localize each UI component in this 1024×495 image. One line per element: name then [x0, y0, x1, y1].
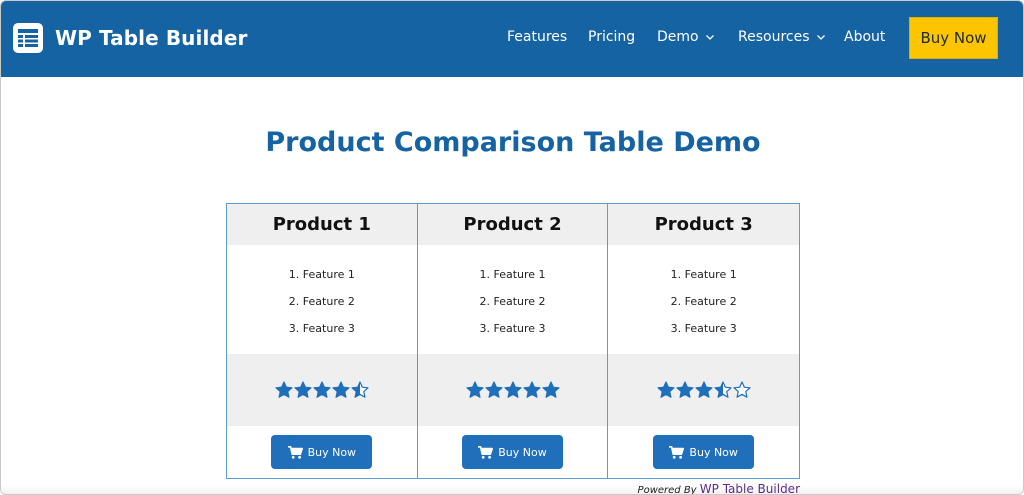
buy-cell: Buy Now — [608, 426, 799, 478]
feature-item: 2. Feature 2 — [479, 295, 546, 308]
feature-list: 1. Feature 1 2. Feature 2 3. Feature 3 — [418, 245, 608, 354]
star-icon — [733, 381, 751, 398]
shopping-cart-icon — [287, 445, 303, 459]
star-icon — [294, 381, 312, 398]
star-icon — [484, 381, 503, 398]
rating-cell — [608, 354, 800, 426]
nav-label: Features — [507, 29, 568, 45]
product-column: Product 3 1. Feature 1 2. Feature 2 3. F… — [608, 204, 800, 478]
star-icon — [676, 381, 694, 398]
product-name: Product 2 — [417, 204, 608, 245]
comparison-table: Product 1 1. Feature 1 2. Feature 2 3. F… — [226, 203, 800, 479]
star-icon — [313, 381, 331, 398]
nav-demo[interactable]: Demo — [657, 29, 715, 45]
nav-features[interactable]: Features — [507, 29, 567, 45]
nav-label: Pricing — [588, 29, 636, 45]
feature-list: 1. Feature 1 2. Feature 2 3. Feature 3 — [227, 245, 417, 354]
product-name: Product 1 — [227, 204, 417, 245]
chevron-down-icon — [816, 35, 825, 40]
product-name: Product 3 — [608, 204, 800, 245]
powered-prefix: Powered By — [637, 485, 697, 495]
shopping-cart-icon — [669, 445, 685, 459]
nav-label: Resources — [738, 29, 810, 45]
star-rating — [465, 381, 560, 399]
chevron-down-icon — [705, 35, 714, 40]
star-icon — [275, 381, 293, 398]
buy-label: Buy Now — [498, 445, 547, 459]
buy-label: Buy Now — [307, 445, 357, 459]
star-rating — [657, 381, 751, 399]
feature-list: 1. Feature 1 2. Feature 2 3. Feature 3 — [608, 245, 799, 354]
feature-item: 1. Feature 1 — [288, 268, 355, 281]
star-icon — [465, 381, 484, 398]
feature-item: 2. Feature 2 — [670, 295, 737, 308]
header-buy-now-button[interactable]: Buy Now — [909, 17, 998, 59]
nav-label: Demo — [657, 29, 699, 45]
star-rating — [275, 381, 369, 399]
star-icon — [695, 381, 713, 398]
nav-resources[interactable]: Resources — [738, 29, 826, 45]
rating-cell — [227, 354, 417, 426]
product-buy-now-button[interactable]: Buy Now — [271, 435, 373, 469]
product-column: Product 1 1. Feature 1 2. Feature 2 3. F… — [227, 204, 418, 478]
star-icon — [657, 381, 675, 398]
product-column: Product 2 1. Feature 1 2. Feature 2 3. F… — [417, 204, 609, 478]
star-icon — [351, 381, 369, 398]
feature-item: 3. Feature 3 — [288, 322, 355, 335]
shopping-cart-icon — [478, 445, 494, 459]
feature-item: 2. Feature 2 — [288, 295, 355, 308]
nav-pricing[interactable]: Pricing — [588, 29, 635, 45]
nav-label: About — [844, 29, 886, 45]
product-buy-now-button[interactable]: Buy Now — [462, 435, 563, 469]
star-icon — [714, 381, 732, 398]
buy-cell: Buy Now — [227, 426, 417, 478]
rating-cell — [417, 354, 608, 426]
nav-about[interactable]: About — [844, 29, 885, 45]
page-frame: WP Table Builder Features Pricing Demo R… — [0, 0, 1024, 495]
star-icon — [503, 381, 522, 398]
feature-item: 3. Feature 3 — [670, 322, 737, 335]
table-grid-icon — [13, 23, 43, 53]
feature-item: 3. Feature 3 — [479, 322, 546, 335]
buy-label: Buy Now — [689, 445, 738, 459]
star-icon — [541, 381, 560, 398]
feature-item: 1. Feature 1 — [479, 268, 546, 281]
powered-brand-link[interactable]: WP Table Builder — [700, 482, 800, 494]
feature-item: 1. Feature 1 — [670, 268, 737, 281]
star-icon — [522, 381, 541, 398]
powered-by: Powered By WP Table Builder — [1, 482, 800, 495]
brand-logo[interactable]: WP Table Builder — [13, 22, 247, 54]
buy-cell: Buy Now — [418, 426, 608, 478]
product-buy-now-button[interactable]: Buy Now — [653, 435, 755, 469]
site-header: WP Table Builder Features Pricing Demo R… — [1, 1, 1023, 77]
star-icon — [332, 381, 350, 398]
brand-name: WP Table Builder — [55, 26, 248, 50]
page-title: Product Comparison Table Demo — [265, 127, 761, 158]
